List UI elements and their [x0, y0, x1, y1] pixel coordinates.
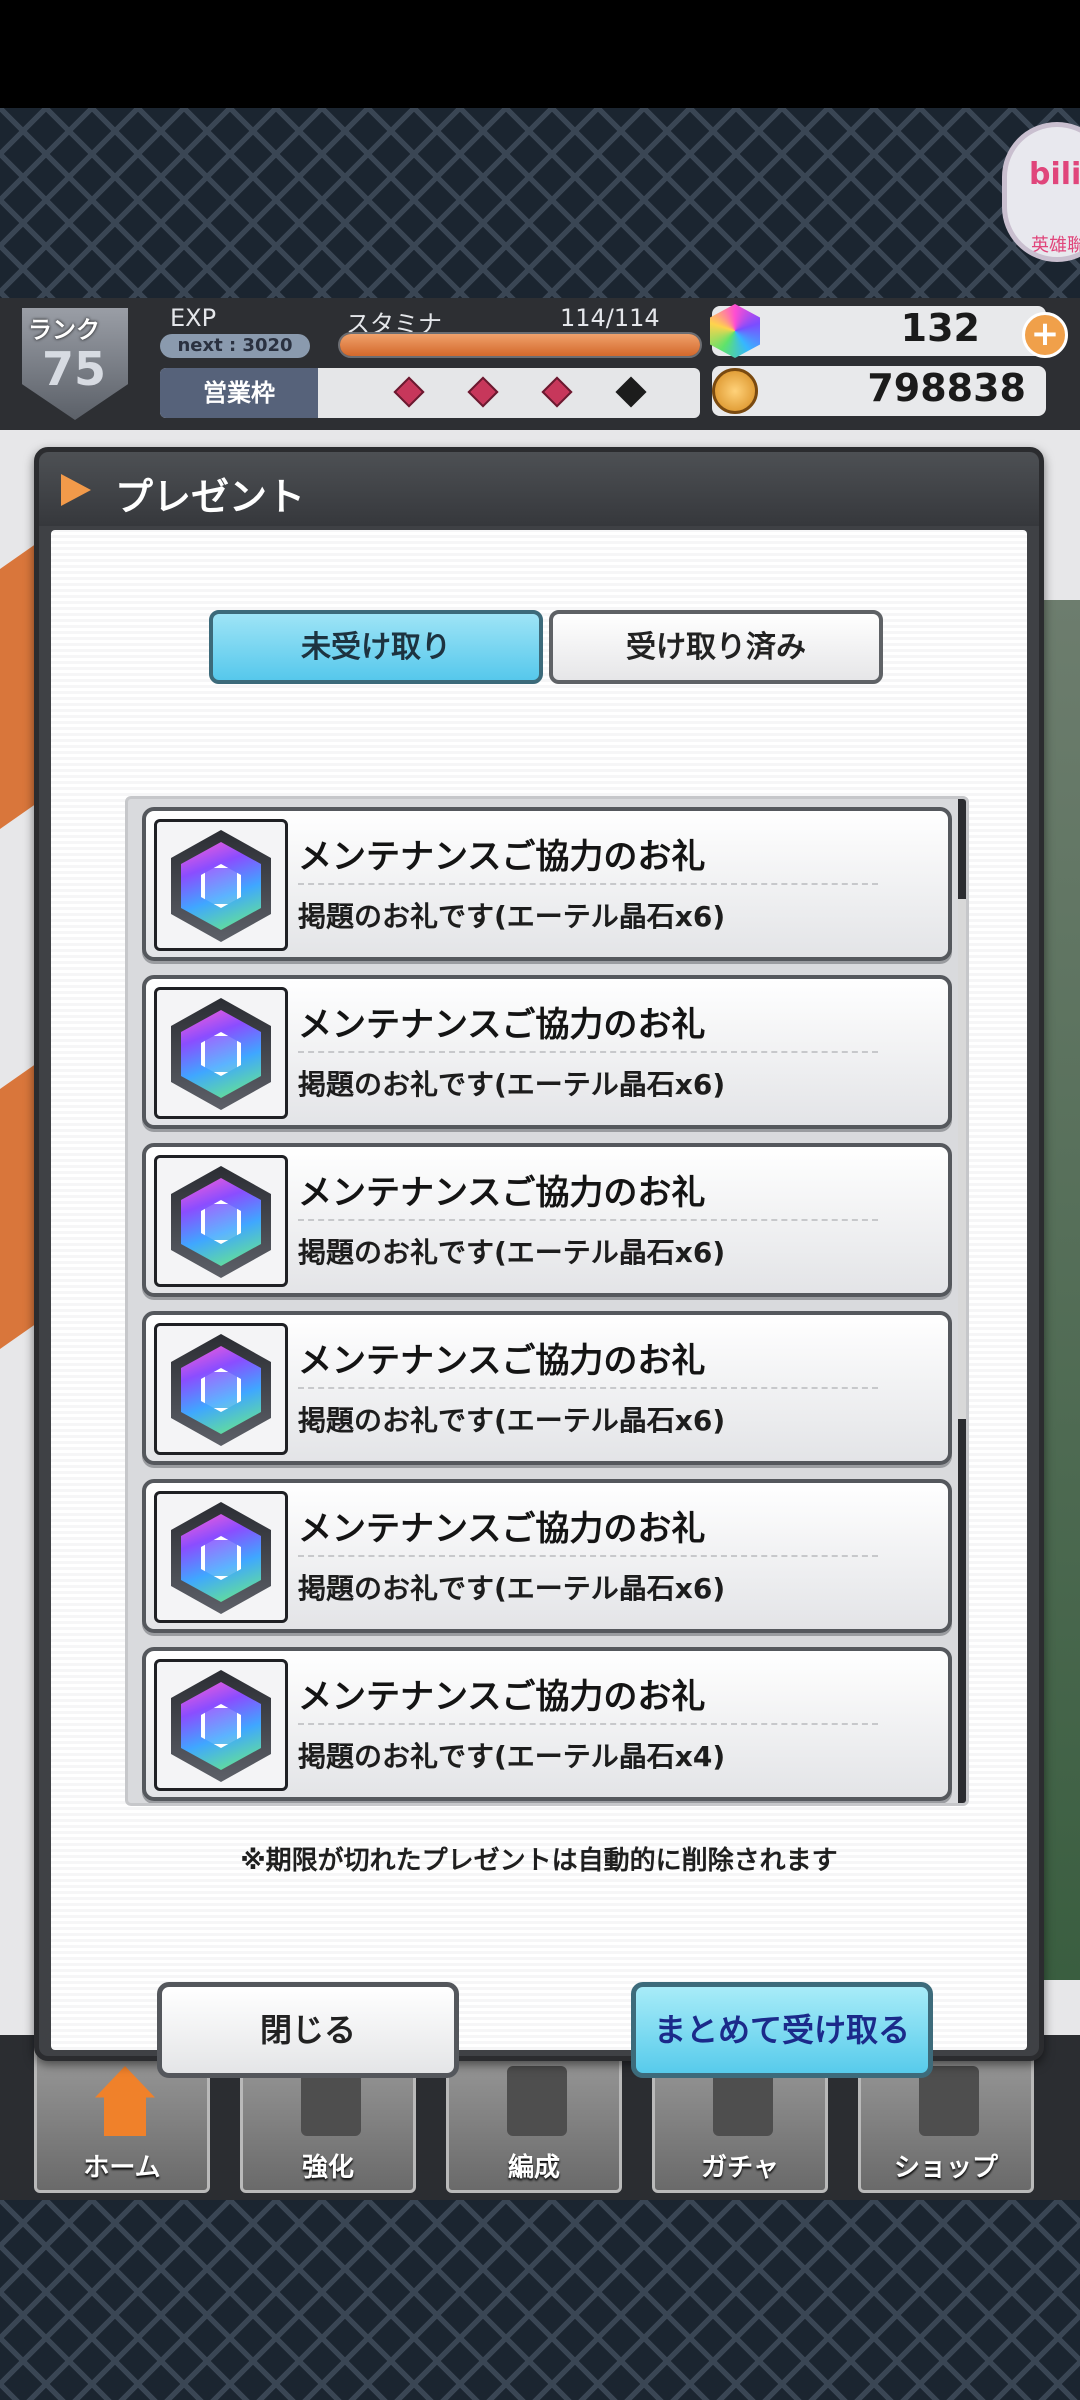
coin-count: 798838 [867, 366, 1026, 410]
present-list[interactable]: メンテナンスご協力のお礼 掲題のお礼です(エーテル晶石x6) メンテナンスご協力… [125, 796, 969, 1806]
team-icon [507, 2066, 567, 2136]
dialog-body: 未受け取り 受け取り済み メンテナンスご協力のお礼 掲題のお礼です(エーテル晶石… [51, 530, 1027, 2078]
present-desc: 掲題のお礼です(エーテル晶石x6) [298, 1068, 726, 1101]
divider [298, 1051, 878, 1053]
eigyo-slot-diamond [467, 376, 499, 408]
divider [298, 1723, 878, 1725]
dialog-header: プレゼント [39, 452, 1039, 526]
eigyo-label: 営業枠 [160, 368, 318, 418]
exp-next-pill: next : 3020 [160, 334, 310, 358]
nav-label: ショップ [893, 2153, 998, 2183]
present-desc: 掲題のお礼です(エーテル晶石x6) [298, 1572, 726, 1605]
rank-value: 75 [41, 342, 106, 396]
receive-all-button[interactable]: まとめて受け取る [631, 1982, 933, 2078]
present-title: メンテナンスご協力のお礼 [298, 1173, 706, 1213]
present-desc: 掲題のお礼です(エーテル晶石x6) [298, 1404, 726, 1437]
background-pattern-top [0, 108, 1080, 298]
present-desc: 掲題のお礼です(エーテル晶石x6) [298, 900, 726, 933]
nav-label: 強化 [301, 2153, 354, 2183]
add-gems-button[interactable]: + [1022, 312, 1068, 358]
bili-logo-text: bili [1029, 157, 1080, 192]
present-desc: 掲題のお礼です(エーテル晶石x6) [298, 1236, 726, 1269]
coin-icon [712, 368, 758, 414]
present-title: メンテナンスご協力のお礼 [298, 1677, 706, 1717]
present-item[interactable]: メンテナンスご協力のお礼 掲題のお礼です(エーテル晶石x6) [142, 975, 952, 1129]
tab-received[interactable]: 受け取り済み [549, 610, 883, 684]
nav-label: ホーム [83, 2153, 161, 2183]
divider [298, 1555, 878, 1557]
ether-crystal-icon [154, 1155, 288, 1287]
nav-label: ガチャ [701, 2153, 779, 2183]
play-arrow-icon [61, 474, 91, 506]
eigyo-slots: 営業枠 [160, 368, 700, 418]
bili-sub-text: 英雄聯 [1031, 235, 1080, 256]
scrollbar-thumb[interactable] [958, 899, 966, 1419]
ether-crystal-icon [154, 1491, 288, 1623]
eigyo-slot-diamond [541, 376, 573, 408]
status-bar-area [0, 0, 1080, 108]
present-title: メンテナンスご協力のお礼 [298, 837, 706, 877]
shop-icon [919, 2066, 979, 2136]
ether-crystal-icon [154, 1659, 288, 1791]
rank-label: ランク [28, 316, 100, 344]
divider [298, 883, 878, 885]
present-dialog: プレゼント 未受け取り 受け取り済み メンテナンスご協力のお礼 掲題のお礼です(… [34, 447, 1044, 2078]
gem-counter: 132 [712, 306, 1046, 356]
ether-crystal-icon [154, 987, 288, 1119]
coin-counter: 798838 [712, 366, 1046, 416]
close-button[interactable]: 閉じる [157, 1982, 459, 2078]
player-status-header: ランク 75 EXP next : 3020 スタミナ 114/114 営業枠 … [0, 298, 1080, 430]
background-pattern-bottom [0, 2200, 1080, 2400]
eigyo-slot-diamond [615, 376, 647, 408]
present-item[interactable]: メンテナンスご協力のお礼 掲題のお礼です(エーテル晶石x4) [142, 1647, 952, 1801]
present-desc: 掲題のお礼です(エーテル晶石x4) [298, 1740, 726, 1773]
dialog-title: プレゼント [115, 475, 306, 519]
nav-formation[interactable]: 編成 [446, 2043, 622, 2193]
gem-count: 132 [900, 306, 980, 350]
present-item[interactable]: メンテナンスご協力のお礼 掲題のお礼です(エーテル晶石x6) [142, 1479, 952, 1633]
present-title: メンテナンスご協力のお礼 [298, 1509, 706, 1549]
eigyo-slot-diamond [393, 376, 425, 408]
present-item[interactable]: メンテナンスご協力のお礼 掲題のお礼です(エーテル晶石x6) [142, 1311, 952, 1465]
expiry-note: ※期限が切れたプレゼントは自動的に削除されます [240, 1846, 838, 1876]
stamina-value: 114/114 [560, 304, 660, 332]
ether-crystal-icon [154, 819, 288, 951]
tab-unreceived[interactable]: 未受け取り [209, 610, 543, 684]
divider [298, 1387, 878, 1389]
present-item[interactable]: メンテナンスご協力のお礼 掲題のお礼です(エーテル晶石x6) [142, 807, 952, 961]
exp-label: EXP [170, 304, 217, 332]
stamina-bar-fill [340, 334, 700, 356]
background-character [1040, 600, 1080, 1980]
divider [298, 1219, 878, 1221]
ether-crystal-icon [154, 1323, 288, 1455]
present-title: メンテナンスご協力のお礼 [298, 1341, 706, 1381]
nav-label: 編成 [507, 2153, 560, 2183]
present-item[interactable]: メンテナンスご協力のお礼 掲題のお礼です(エーテル晶石x6) [142, 1143, 952, 1297]
present-title: メンテナンスご協力のお礼 [298, 1005, 706, 1045]
bilibili-badge[interactable]: bili 英雄聯 [1002, 122, 1080, 262]
stamina-bar [338, 332, 702, 358]
home-icon [95, 2066, 155, 2136]
